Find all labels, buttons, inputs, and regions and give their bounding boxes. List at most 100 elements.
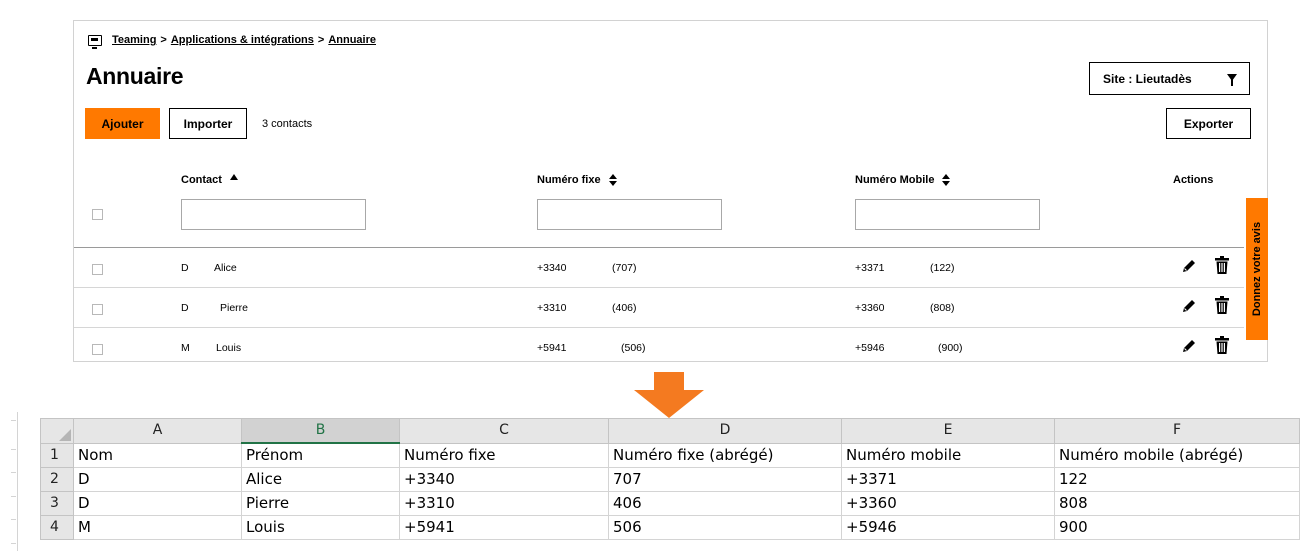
cell[interactable]: Numéro fixe [399,442,609,468]
cell[interactable]: +5941 [399,515,609,540]
cell[interactable]: Numéro mobile (abrégé) [1054,442,1300,468]
breadcrumb-separator: > [160,34,167,46]
funnel-icon [1227,74,1237,86]
contact-name: Alice [214,262,237,274]
column-header-c[interactable]: C [399,418,609,444]
sheet-row: 2 D Alice +3340 707 +3371 122 [40,467,1300,492]
row-number[interactable]: 4 [40,515,74,540]
sheet-left-edge [0,412,18,551]
fixe-number: +5941 [537,342,567,354]
sort-ascending-icon [229,174,238,180]
row-number[interactable]: 3 [40,491,74,516]
pencil-icon[interactable] [1181,258,1197,274]
contact-initial: D [181,262,189,274]
cell[interactable]: 122 [1054,467,1300,492]
column-header-contact[interactable]: Contact [181,174,238,186]
cell[interactable]: D [73,491,242,516]
cell[interactable]: 808 [1054,491,1300,516]
contact-filter-input[interactable] [181,199,366,230]
fixe-filter-input[interactable] [537,199,722,230]
sort-icon [608,174,617,186]
site-filter-label: Site : Lieutadès [1103,71,1192,86]
row-number[interactable]: 1 [40,442,74,468]
mobile-number: +5946 [855,342,885,354]
cell[interactable]: +3310 [399,491,609,516]
cell[interactable]: Numéro fixe (abrégé) [608,442,842,468]
sheet-row: 3 D Pierre +3310 406 +3360 808 [40,491,1300,516]
breadcrumb-applications[interactable]: Applications & intégrations [171,34,314,46]
column-header-mobile[interactable]: Numéro Mobile [855,174,951,186]
sheet-row: 1 Nom Prénom Numéro fixe Numéro fixe (ab… [40,442,1300,468]
row-number[interactable]: 2 [40,467,74,492]
table-row[interactable]: M Louis +5941 (506) +5946 (900) [74,327,1244,368]
feedback-tab[interactable]: Donnez votre avis [1246,198,1268,340]
cell[interactable]: Nom [73,442,242,468]
feedback-tab-label: Donnez votre avis [1251,221,1264,317]
cell[interactable]: +3340 [399,467,609,492]
trash-icon[interactable] [1215,296,1229,314]
column-header-actions: Actions [1173,174,1213,186]
row-checkbox[interactable] [92,344,103,355]
fixe-number: +3340 [537,262,567,274]
page-title: Annuaire [86,63,184,89]
select-all-cell[interactable] [40,418,74,444]
cell[interactable]: Louis [241,515,400,540]
column-header-label: Numéro Mobile [855,174,935,186]
cell[interactable]: M [73,515,242,540]
cell[interactable]: Alice [241,467,400,492]
add-button[interactable]: Ajouter [85,108,160,139]
cell[interactable]: Numéro mobile [841,442,1055,468]
column-header-row: A B C D E F [40,418,1300,444]
mobile-number: +3371 [855,262,885,274]
select-all-checkbox[interactable] [92,209,103,220]
sheet-row: 4 M Louis +5941 506 +5946 900 [40,515,1300,540]
row-checkbox[interactable] [92,264,103,275]
breadcrumb-annuaire[interactable]: Annuaire [328,34,376,46]
cell[interactable]: 900 [1054,515,1300,540]
column-header-e[interactable]: E [841,418,1055,444]
mobile-short: (900) [938,342,963,354]
column-header-label: Numéro fixe [537,174,601,186]
sort-icon [942,174,951,186]
cell[interactable]: Pierre [241,491,400,516]
column-header-b[interactable]: B [241,418,400,444]
cell[interactable]: 506 [608,515,842,540]
site-filter-select[interactable]: Site : Lieutadès [1089,62,1250,95]
contacts-count: 3 contacts [262,118,313,130]
cell[interactable]: +3360 [841,491,1055,516]
pencil-icon[interactable] [1181,338,1197,354]
export-button[interactable]: Exporter [1166,108,1251,139]
mobile-short: (122) [930,262,955,274]
monitor-icon [88,34,102,49]
contact-initial: M [181,342,190,354]
cell[interactable]: 406 [608,491,842,516]
column-header-label: Actions [1173,174,1214,186]
mobile-filter-input[interactable] [855,199,1040,230]
column-header-a[interactable]: A [73,418,242,444]
column-header-d[interactable]: D [608,418,842,444]
breadcrumb-separator: > [317,34,325,46]
cell[interactable]: D [73,467,242,492]
cell[interactable]: 707 [608,467,842,492]
cell[interactable]: +5946 [841,515,1055,540]
contact-name: Pierre [220,302,249,314]
fixe-short: (406) [612,302,637,314]
trash-icon[interactable] [1215,336,1229,354]
fixe-short: (506) [621,342,646,354]
trash-icon[interactable] [1215,256,1229,274]
column-header-fixe[interactable]: Numéro fixe [537,174,617,186]
table-row[interactable]: D Alice +3340 (707) +3371 (122) [74,247,1244,288]
table-row[interactable]: D Pierre +3310 (406) +3360 (808) [74,287,1244,328]
pencil-icon[interactable] [1181,298,1197,314]
mobile-number: +3360 [855,302,885,314]
breadcrumb-teaming[interactable]: Teaming [112,34,156,46]
column-header-f[interactable]: F [1054,418,1300,444]
down-arrow-icon [634,372,704,418]
import-button[interactable]: Importer [169,108,247,139]
mobile-short: (808) [930,302,955,314]
cell[interactable]: +3371 [841,467,1055,492]
row-checkbox[interactable] [92,304,103,315]
directory-panel: Teaming > Applications & intégrations > … [73,20,1268,362]
fixe-number: +3310 [537,302,567,314]
cell[interactable]: Prénom [241,442,400,468]
